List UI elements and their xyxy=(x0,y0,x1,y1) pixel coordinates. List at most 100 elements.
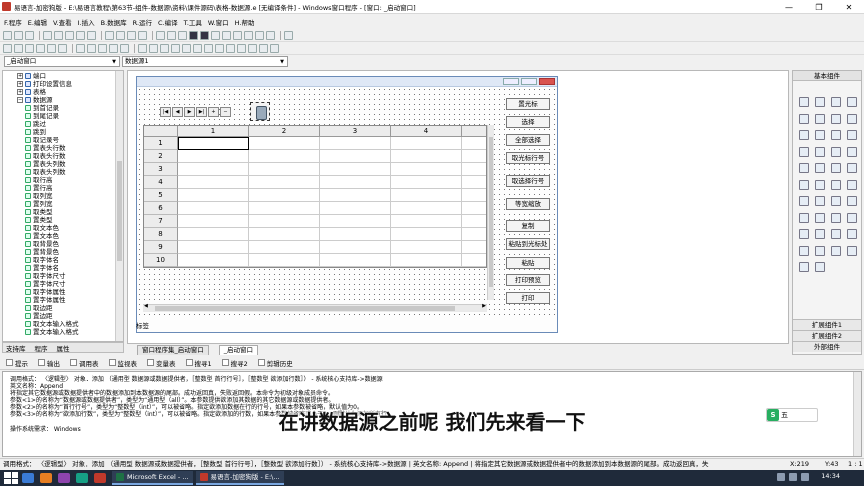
tab-search2[interactable]: 搜寻2 xyxy=(221,358,248,368)
tab-extended-components-1[interactable]: 扩展组件1 xyxy=(793,319,861,330)
grid-cell[interactable] xyxy=(320,215,391,228)
chevron-down-icon[interactable]: ▼ xyxy=(278,58,286,65)
grid-icon[interactable] xyxy=(182,43,191,53)
grid-cell[interactable] xyxy=(320,137,391,150)
groupbox-component-icon[interactable] xyxy=(799,130,809,140)
tree-item[interactable]: 取文本色 xyxy=(25,224,59,232)
tree-item[interactable]: 取表头列数 xyxy=(25,168,66,176)
browser-icon[interactable] xyxy=(40,473,52,483)
button-component-icon[interactable] xyxy=(815,113,825,124)
ime-mode[interactable]: 五 xyxy=(781,410,788,420)
component-select[interactable]: 数据源1 ▼ xyxy=(122,56,288,67)
tree-item[interactable]: 置类型 xyxy=(25,216,53,224)
view2-icon[interactable] xyxy=(167,30,176,40)
table-grid[interactable]: 1 2 3 4 1 2 3 4 5 6 7 8 9 10 xyxy=(143,125,487,268)
tree-item[interactable]: 到尾记录 xyxy=(25,112,59,120)
ime-tray-icon[interactable] xyxy=(801,473,809,481)
recorder-icon[interactable] xyxy=(94,473,106,483)
tab-external-components[interactable]: 外部组件 xyxy=(793,341,861,352)
tree-item[interactable]: 置字体属性 xyxy=(25,296,66,304)
grid-row-header[interactable]: 8 xyxy=(144,228,178,241)
same-width-icon[interactable] xyxy=(76,43,85,53)
tray-component-icon[interactable] xyxy=(847,212,857,223)
grid-row-header[interactable]: 9 xyxy=(144,241,178,254)
tree-item[interactable]: 取行高 xyxy=(25,176,53,184)
tree-item[interactable]: + 打印设置信息 xyxy=(17,80,72,88)
scroll-right-icon[interactable]: ▶ xyxy=(482,303,486,309)
align-right-icon[interactable] xyxy=(25,43,34,53)
form-button[interactable]: 全部选择 xyxy=(506,134,550,146)
tree-item[interactable]: + 表格 xyxy=(17,88,46,96)
task-excel[interactable]: Microsoft Excel - ... xyxy=(112,471,193,485)
grid-cell[interactable] xyxy=(391,228,462,241)
folder-component-icon[interactable] xyxy=(815,245,825,256)
radio-component-icon[interactable] xyxy=(847,113,857,124)
shape-component-icon[interactable] xyxy=(847,97,857,107)
edit-component-icon[interactable] xyxy=(799,113,809,124)
paste-icon[interactable] xyxy=(65,30,74,40)
datasource-component-icon[interactable] xyxy=(831,196,841,206)
grid-cell[interactable] xyxy=(462,176,486,189)
grid-cell[interactable] xyxy=(462,202,486,215)
tab-clip-history[interactable]: 剪辑历史 xyxy=(257,358,293,368)
tab-support-library[interactable]: 支持库 xyxy=(3,343,26,353)
checkbox-component-icon[interactable] xyxy=(831,113,841,124)
window-select[interactable]: _启动窗口 ▼ xyxy=(4,56,120,67)
form-button[interactable]: 粘贴 xyxy=(506,257,550,269)
save-icon[interactable] xyxy=(25,30,34,40)
grid-vertical-scrollbar[interactable] xyxy=(487,125,494,300)
nav-add-button[interactable]: + xyxy=(208,107,219,117)
bring-front-icon[interactable] xyxy=(160,43,169,53)
grid-cell[interactable] xyxy=(391,202,462,215)
copy-icon[interactable] xyxy=(54,30,63,40)
menu-component-icon[interactable] xyxy=(799,229,809,239)
tree-item[interactable]: 置列宽 xyxy=(25,200,53,208)
picture-component-icon[interactable] xyxy=(831,97,841,107)
grid-cell[interactable] xyxy=(178,228,249,241)
window-icon[interactable] xyxy=(127,30,136,40)
grid-cell[interactable] xyxy=(249,228,320,241)
align-center-icon[interactable] xyxy=(14,43,23,53)
tree-item[interactable]: 取列宽 xyxy=(25,192,53,200)
grid-cell[interactable] xyxy=(178,215,249,228)
grid-cell[interactable] xyxy=(249,215,320,228)
expand-icon[interactable]: + xyxy=(17,89,23,95)
grid-cell[interactable] xyxy=(462,215,486,228)
grid-cell[interactable] xyxy=(320,176,391,189)
file-component-icon[interactable] xyxy=(799,245,809,256)
grid-cell[interactable] xyxy=(462,228,486,241)
form-button[interactable]: 打印预览 xyxy=(506,274,550,286)
tab-component-icon[interactable] xyxy=(831,146,841,157)
help-icon[interactable] xyxy=(284,30,293,40)
tab-watch-table[interactable]: 监视表 xyxy=(108,358,137,368)
ani-component-icon[interactable] xyxy=(831,245,841,256)
minimize-button[interactable]: — xyxy=(774,0,804,14)
tree-item[interactable]: 置字体名 xyxy=(25,264,59,272)
tab-program[interactable]: 程序 xyxy=(32,343,48,353)
same-size-icon[interactable] xyxy=(98,43,107,53)
grid-cell[interactable] xyxy=(249,189,320,202)
bookmark-icon[interactable] xyxy=(266,30,275,40)
lock-icon[interactable] xyxy=(193,43,202,53)
step-over-icon[interactable] xyxy=(222,30,231,40)
grid-row-header[interactable]: 7 xyxy=(144,215,178,228)
grid-cell[interactable] xyxy=(320,189,391,202)
treeview-component-icon[interactable] xyxy=(799,146,809,157)
page-component-icon[interactable] xyxy=(799,262,809,272)
grid-cell[interactable] xyxy=(249,241,320,254)
grid-cell[interactable] xyxy=(391,254,462,267)
grid-cell[interactable] xyxy=(320,150,391,163)
align-bottom-icon[interactable] xyxy=(58,43,67,53)
redo-icon[interactable] xyxy=(87,30,96,40)
dial-component-icon[interactable] xyxy=(831,212,841,223)
datasource-component-icon[interactable] xyxy=(250,102,270,121)
volume-icon[interactable] xyxy=(789,473,797,481)
grid-cell-selected[interactable] xyxy=(178,137,249,150)
grid-cell[interactable] xyxy=(178,176,249,189)
menu-insert[interactable]: I.插入 xyxy=(78,17,95,27)
maximize-button[interactable]: ❐ xyxy=(804,0,834,14)
grid-cell[interactable] xyxy=(391,215,462,228)
label-component-icon[interactable] xyxy=(815,97,825,107)
tree-item[interactable]: 取记录号 xyxy=(25,136,59,144)
tree-item[interactable]: 取类型 xyxy=(25,208,53,216)
